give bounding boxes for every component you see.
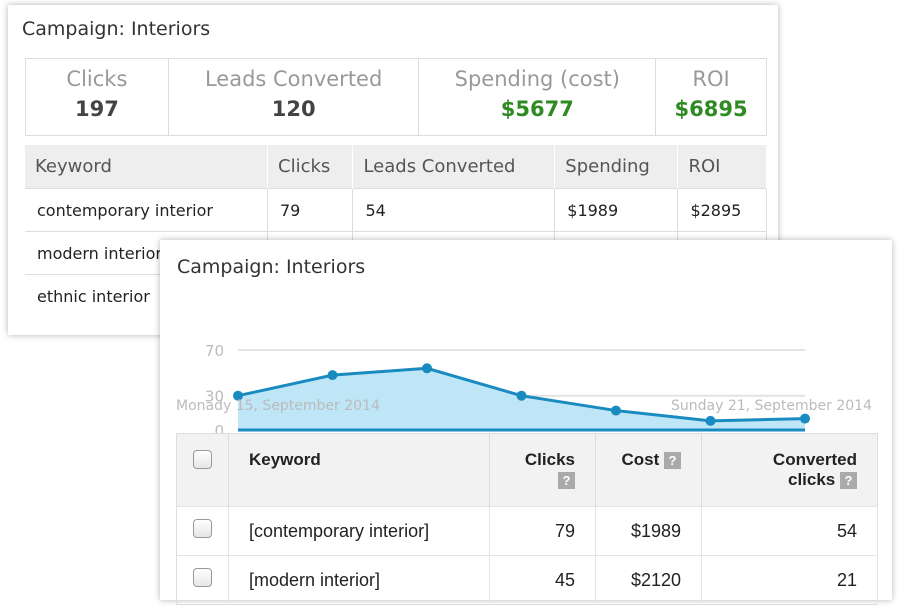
col-converted[interactable]: Converted clicks ? <box>701 433 878 507</box>
stat-roi: ROI $6895 <box>674 67 748 121</box>
col-clicks: Clicks <box>267 145 354 189</box>
data-point <box>705 415 716 426</box>
card-title: Campaign: Interiors <box>177 256 366 278</box>
col-spending: Spending <box>554 145 679 189</box>
data-point <box>611 405 621 416</box>
campaign-chart-card: Campaign: Interiors 0 30 70 Monady 15, Sep… <box>160 240 892 605</box>
table-row: contemporary interior 79 54 $1989 $2895 <box>25 188 767 232</box>
help-icon[interactable]: ? <box>558 472 575 490</box>
col-cost[interactable]: Cost ? <box>595 433 702 507</box>
card-title: Campaign: Interiors <box>22 18 211 40</box>
start-date: Monady 15, September 2014 <box>176 398 380 414</box>
col-clicks[interactable]: Clicks? <box>489 433 596 507</box>
table-row: [modern interior] 45 $2120 21 <box>176 555 878 605</box>
col-keyword: Keyword <box>25 145 268 189</box>
y-tick-label: 70 <box>205 342 224 360</box>
col-roi: ROI <box>677 145 767 189</box>
row-checkbox[interactable] <box>193 568 212 587</box>
col-keyword[interactable]: Keyword <box>228 433 490 507</box>
end-date: Sunday 21, September 2014 <box>670 398 872 414</box>
select-all-checkbox[interactable] <box>193 450 212 469</box>
data-point <box>327 370 338 381</box>
row-checkbox[interactable] <box>193 519 212 538</box>
help-icon[interactable]: ? <box>840 472 857 490</box>
clicks-area-chart: 03070 <box>205 342 810 440</box>
col-leads: Leads Converted <box>352 145 556 189</box>
data-point <box>800 413 810 424</box>
keyword-table: Keyword Clicks? Cost ? Converted clicks … <box>176 433 878 605</box>
data-point <box>516 390 527 401</box>
stat-spending: Spending (cost) $5677 <box>419 59 657 135</box>
help-icon[interactable]: ? <box>664 452 681 470</box>
stats-bar: Clicks 197 Leads Converted 120 Spending (c… <box>25 58 767 136</box>
table-row: [contemporary interior] 79 $1989 54 <box>176 506 878 556</box>
data-point <box>422 363 432 374</box>
stat-clicks: Clicks 197 <box>26 59 169 135</box>
stat-leads: Leads Converted 120 <box>169 59 420 135</box>
